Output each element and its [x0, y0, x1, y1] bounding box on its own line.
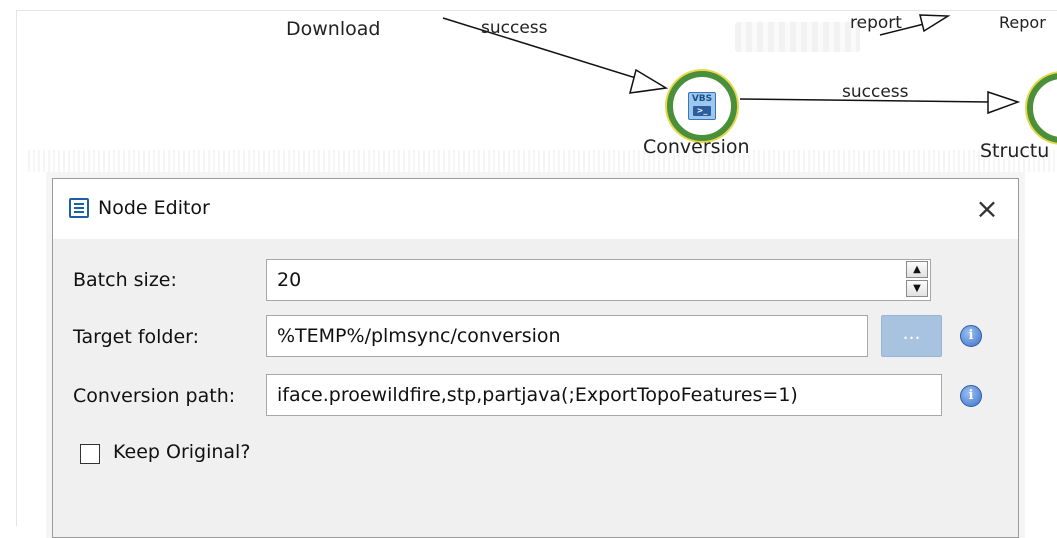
spinner-up-button[interactable]: ▲: [906, 261, 928, 278]
edge-label-report: report: [850, 13, 902, 33]
target-folder-info-icon[interactable]: i: [960, 325, 982, 347]
node-label-conversion: Conversion: [643, 136, 750, 158]
close-button[interactable]: ×: [967, 189, 1007, 229]
node-label-report: Repor: [999, 13, 1046, 32]
batch-size-spinner: ▲ ▼: [906, 261, 930, 299]
arrowhead-conversion: [628, 68, 669, 94]
dialog-title: Node Editor: [98, 197, 210, 219]
node-label-download: Download: [286, 18, 381, 40]
edge-label-success: success: [481, 18, 548, 38]
conversion-node[interactable]: VBS >_: [667, 71, 737, 141]
arrowhead-structure: [987, 90, 1021, 115]
spinner-down-button[interactable]: ▼: [906, 280, 928, 297]
conversion-path-input[interactable]: [266, 374, 942, 416]
batch-size-label: Batch size:: [73, 269, 177, 291]
node-label-structure: Structu: [980, 140, 1050, 162]
edge-label-success-right: success: [842, 82, 909, 102]
editor-icon: [69, 198, 89, 218]
conversion-path-info-icon[interactable]: i: [960, 385, 982, 407]
arrowhead-report: [919, 14, 951, 33]
browse-button[interactable]: ...: [881, 315, 942, 357]
keep-original-label[interactable]: Keep Original?: [113, 441, 250, 463]
dialog-titlebar[interactable]: Node Editor ×: [53, 179, 1018, 239]
node-editor-dialog: Node Editor × Batch size: ▲ ▼ Target fol…: [52, 178, 1019, 538]
target-folder-label: Target folder:: [73, 326, 200, 348]
vbs-script-icon: VBS >_: [688, 92, 716, 120]
conversion-path-label: Conversion path:: [73, 385, 236, 407]
batch-size-input[interactable]: [266, 259, 931, 301]
target-folder-input[interactable]: [266, 315, 868, 357]
keep-original-checkbox[interactable]: [80, 444, 100, 464]
